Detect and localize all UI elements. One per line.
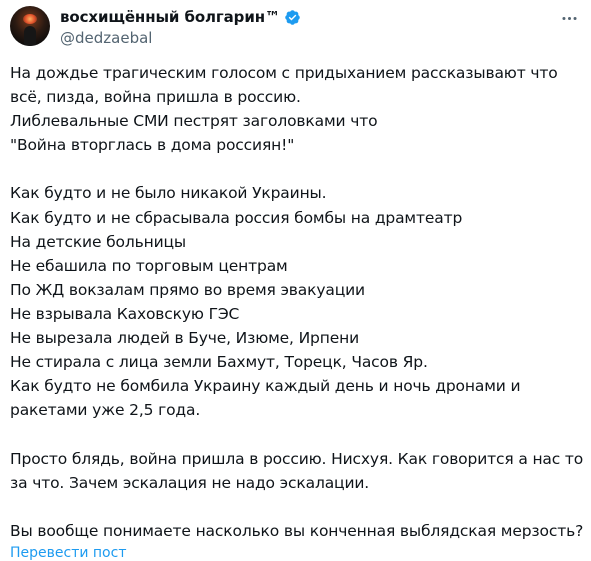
more-options-icon[interactable] [559,8,579,28]
tweet-text-line: На дождье трагическим голосом с придыхан… [10,64,558,82]
avatar-flare [23,14,37,24]
tweet-text-line: ракетами уже 2,5 года. [10,401,201,420]
translate-post-link[interactable]: Перевести пост [10,545,126,561]
tweet-text-line: Как будто и не было никакой Украины. [10,184,327,203]
tweet-text-line: Не вырезала людей в Буче, Изюме, Ирпени [10,329,359,348]
tweet-text-line: "Война вторглась в дома россиян!" [10,136,295,155]
tweet-text-line: Не взрывала Каховскую ГЭС [10,304,240,323]
avatar[interactable] [10,6,50,46]
tweet-text-line: всё, пизда, война пришла в россию. [10,88,301,107]
author-names: восхищённый болгарин™ @dedzaebal [60,7,301,49]
tweet-text-line: По ЖД вокзалам прямо во время эвакуации [10,280,365,299]
author-display-name[interactable]: восхищённый болгарин™ [60,8,280,26]
tweet-text-line: Как будто не бомбила Украину каждый день… [10,377,521,396]
tweet-text-line: Вы вообще понимаете насколько вы конченн… [10,521,584,540]
tweet-text-line: за что. Зачем эскалация не надо эскалаци… [10,473,370,492]
display-name-row: восхищённый болгарин™ [60,7,301,27]
tweet-text-line: Не стирала с лица земли Бахмут, Торецк, … [10,353,428,372]
avatar-figure [24,26,36,46]
tweet-card: восхищённый болгарин™ @dedzaebal На дожд… [0,0,591,561]
tweet-text-line: Как будто и не сбрасывала россия бомбы н… [10,208,463,227]
tweet-text-line: Либлевальные СМИ пестрят заголовками что [10,112,378,131]
tweet-text-line: Не ебашила по торговым центрам [10,256,288,275]
tweet-text: На дождье трагическим голосом с придыхан… [10,61,585,543]
author-handle[interactable]: @dedzaebal [60,29,301,49]
tweet-text-line: На детские больницы [10,232,187,251]
tweet-header: восхищённый болгарин™ @dedzaebal [10,6,581,50]
tweet-text-line: Просто блядь, война пришла в россию. Нис… [10,449,584,468]
verified-badge-icon [284,9,301,26]
